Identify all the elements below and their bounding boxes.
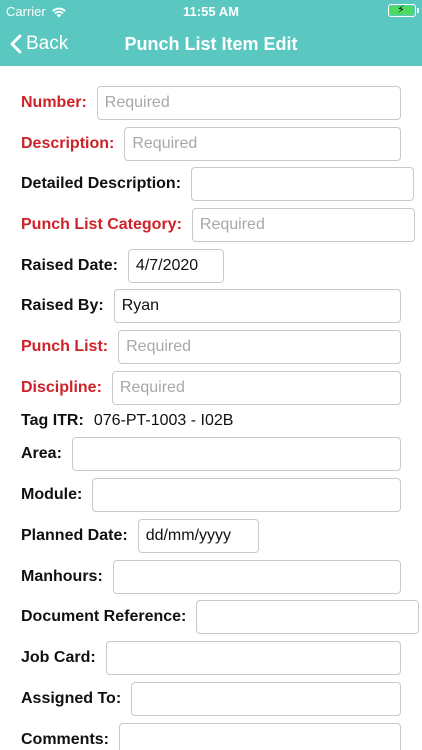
manhours-row: Manhours:: [21, 560, 401, 594]
assigned-to-input[interactable]: [131, 682, 401, 716]
area-input[interactable]: [71, 437, 401, 471]
job-card-label: Job Card:: [21, 649, 96, 666]
navigation-bar: Back Punch List Item Edit: [0, 22, 422, 66]
punch-list-category-input[interactable]: [191, 208, 415, 242]
tag-itr-row: Tag ITR: 076-PT-1003 - I02B: [21, 404, 401, 438]
battery-icon: ⚡: [388, 4, 419, 17]
charging-bolt-icon: ⚡: [397, 4, 405, 16]
punch-list-label: Punch List:: [21, 338, 109, 355]
comments-row: Comments:: [21, 723, 401, 750]
comments-input[interactable]: [119, 723, 401, 750]
document-reference-label: Document Reference:: [21, 608, 187, 625]
detailed-description-row: Detailed Description:: [21, 167, 415, 201]
planned-date-label: Planned Date:: [21, 527, 128, 544]
discipline-label: Discipline:: [21, 379, 102, 396]
manhours-input[interactable]: [112, 560, 401, 594]
discipline-input[interactable]: [111, 371, 401, 405]
tag-itr-label: Tag ITR:: [21, 412, 84, 429]
job-card-row: Job Card:: [21, 641, 401, 675]
raised-date-input[interactable]: [127, 249, 224, 283]
punch-list-input[interactable]: [118, 330, 401, 364]
status-time: 11:55 AM: [183, 4, 239, 19]
punch-list-category-label: Punch List Category:: [21, 216, 182, 233]
area-row: Area:: [21, 437, 401, 471]
module-input[interactable]: [92, 478, 401, 512]
raised-by-row: Raised By:: [21, 289, 401, 323]
manhours-label: Manhours:: [21, 568, 103, 585]
description-row: Description:: [21, 127, 401, 161]
document-reference-input[interactable]: [196, 600, 420, 634]
assigned-to-label: Assigned To:: [21, 690, 122, 707]
document-reference-row: Document Reference:: [21, 600, 420, 634]
raised-date-label: Raised Date:: [21, 257, 118, 274]
punch-list-category-row: Punch List Category:: [21, 208, 415, 242]
app-header: Carrier 11:55 AM ⚡ Back Punch List Item …: [0, 0, 422, 66]
status-bar: Carrier 11:55 AM ⚡: [0, 0, 422, 22]
punch-list-row: Punch List:: [21, 330, 401, 364]
job-card-input[interactable]: [105, 641, 401, 675]
detailed-description-input[interactable]: [191, 167, 415, 201]
area-label: Area:: [21, 445, 62, 462]
detailed-description-label: Detailed Description:: [21, 175, 182, 192]
raised-by-label: Raised By:: [21, 297, 104, 314]
comments-label: Comments:: [21, 731, 110, 748]
discipline-row: Discipline:: [21, 371, 401, 405]
assigned-to-row: Assigned To:: [21, 682, 401, 716]
module-label: Module:: [21, 486, 83, 503]
description-label: Description:: [21, 135, 115, 152]
number-input[interactable]: [96, 86, 401, 120]
planned-date-row: Planned Date:: [21, 519, 401, 553]
page-title: Punch List Item Edit: [124, 34, 298, 54]
module-row: Module:: [21, 478, 401, 512]
planned-date-input[interactable]: [137, 519, 259, 553]
raised-by-input[interactable]: [113, 289, 401, 323]
raised-date-row: Raised Date:: [21, 249, 401, 283]
number-row: Number:: [21, 86, 401, 120]
number-label: Number:: [21, 94, 87, 111]
description-input[interactable]: [124, 127, 401, 161]
tag-itr-value: 076-PT-1003 - I02B: [93, 412, 234, 429]
